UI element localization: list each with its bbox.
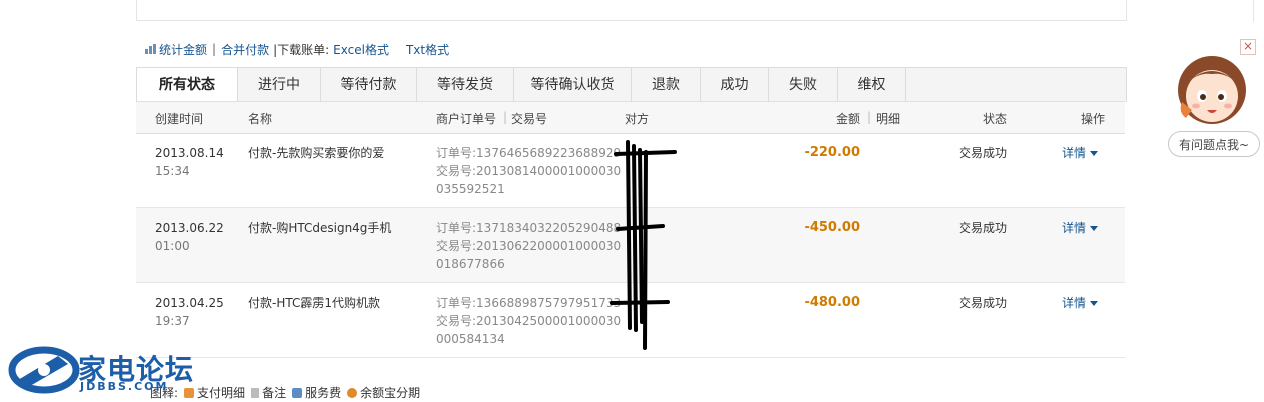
assistant-avatar-icon[interactable] [1174,50,1250,128]
detail-label: 详情 [1062,221,1087,235]
row-detail-dropdown[interactable]: 详情 [1062,294,1099,312]
row-status: 交易成功 [959,296,1008,310]
legend-service-fee: 服务费 [305,386,342,400]
row-trade-no: 交易号:2013081400001000030 [436,164,622,178]
header-divider: | [503,110,508,124]
header-order-no: 商户订单号 [436,112,497,126]
tab-success[interactable]: 成功 [701,68,769,102]
row-order-no: 订单号:1376465689223688929 [436,146,622,160]
tab-dispute[interactable]: 维权 [838,68,906,102]
table-row: 2013.04.25 19:37 付款-HTC霹雳1代购机款 订单号:13668… [136,283,1125,358]
tab-all-status[interactable]: 所有状态 [137,68,238,103]
panel-edge [1253,0,1254,22]
tab-awaiting-shipment[interactable]: 等待发货 [417,68,514,102]
flag-icon [251,387,260,398]
row-time: 01:00 [155,239,190,253]
row-detail-dropdown[interactable]: 详情 [1062,219,1099,237]
row-order-no: 订单号:1371834032205290488 [436,221,622,235]
tab-awaiting-payment[interactable]: 等待付款 [321,68,417,102]
header-amount: 金额 [836,112,861,126]
table-header: 创建时间 名称 商户订单号 | 交易号 对方 金额 | 明细 状态 操作 [136,101,1125,134]
row-time: 19:37 [155,314,190,328]
detail-label: 详情 [1062,146,1087,160]
row-trade-no-cont: 035592521 [436,182,505,196]
row-date: 2013.08.14 [155,146,224,160]
watermark-subtext: JDBBS.COM [80,380,169,393]
row-time: 15:34 [155,164,190,178]
legend-remark: 备注 [262,386,287,400]
row-name: 付款-购HTCdesign4g手机 [248,221,392,235]
legend-payment-detail: 支付明细 [197,386,246,400]
row-trade-no: 交易号:2013042500001000030 [436,314,622,328]
merge-payment-link[interactable]: 合并付款 [221,41,269,58]
service-fee-icon [292,387,303,398]
yuebao-icon [347,387,358,398]
row-amount: -220.00 [804,145,860,160]
table-row: 2013.08.14 15:34 付款-先款购买索要你的爱 订单号:137646… [136,133,1125,208]
detail-label: 详情 [1062,296,1087,310]
header-counterparty: 对方 [625,112,650,126]
row-status: 交易成功 [959,146,1008,160]
caret-down-icon [1090,151,1099,156]
header-divider-2: | [867,110,872,124]
row-detail-dropdown[interactable]: 详情 [1062,144,1099,162]
row-name: 付款-先款购买索要你的爱 [248,146,385,160]
bar-chart-icon [145,44,156,54]
header-trade-no: 交易号 [511,112,548,126]
row-trade-no-cont: 018677866 [436,257,505,271]
toolbar-separator: | [212,42,217,56]
header-name: 名称 [248,112,273,126]
header-detail: 明细 [876,112,901,126]
download-bill-label: |下载账单: [273,42,330,57]
tab-in-progress[interactable]: 进行中 [238,68,321,102]
row-amount: -450.00 [804,220,860,235]
caret-down-icon [1090,301,1099,306]
tab-refund[interactable]: 退款 [632,68,701,102]
row-amount: -480.00 [804,295,860,310]
caret-down-icon [1090,226,1099,231]
row-date: 2013.04.25 [155,296,224,310]
legend-yuebao: 余额宝分期 [360,386,421,400]
txt-format-link[interactable]: Txt格式 [406,41,449,58]
bill-toolbar: 统计金额 | 合并付款 |下载账单: Excel格式 Txt格式 [145,41,449,57]
row-trade-no-cont: 000584134 [436,332,505,346]
row-date: 2013.06.22 [155,221,224,235]
header-created-time: 创建时间 [155,112,204,126]
table-bottom-border [136,357,1125,358]
status-tabs: 所有状态 进行中 等待付款 等待发货 等待确认收货 退款 成功 失败 维权 [136,67,1127,103]
row-trade-no: 交易号:2013062200001000030 [436,239,622,253]
row-name: 付款-HTC霹雳1代购机款 [248,296,380,310]
row-order-no: 订单号:1366889875797951733 [436,296,622,310]
top-panel [136,0,1127,21]
header-status: 状态 [983,112,1008,126]
row-status: 交易成功 [959,221,1008,235]
tab-awaiting-receipt[interactable]: 等待确认收货 [514,68,632,102]
help-button[interactable]: 有问题点我~ [1168,131,1260,157]
excel-format-link[interactable]: Excel格式 [333,41,389,58]
header-action: 操作 [1081,112,1106,126]
stats-amount-link[interactable]: 统计金额 [159,41,207,58]
tab-failed[interactable]: 失败 [769,68,838,102]
table-row: 2013.06.22 01:00 付款-购HTCdesign4g手机 订单号:1… [136,208,1125,283]
